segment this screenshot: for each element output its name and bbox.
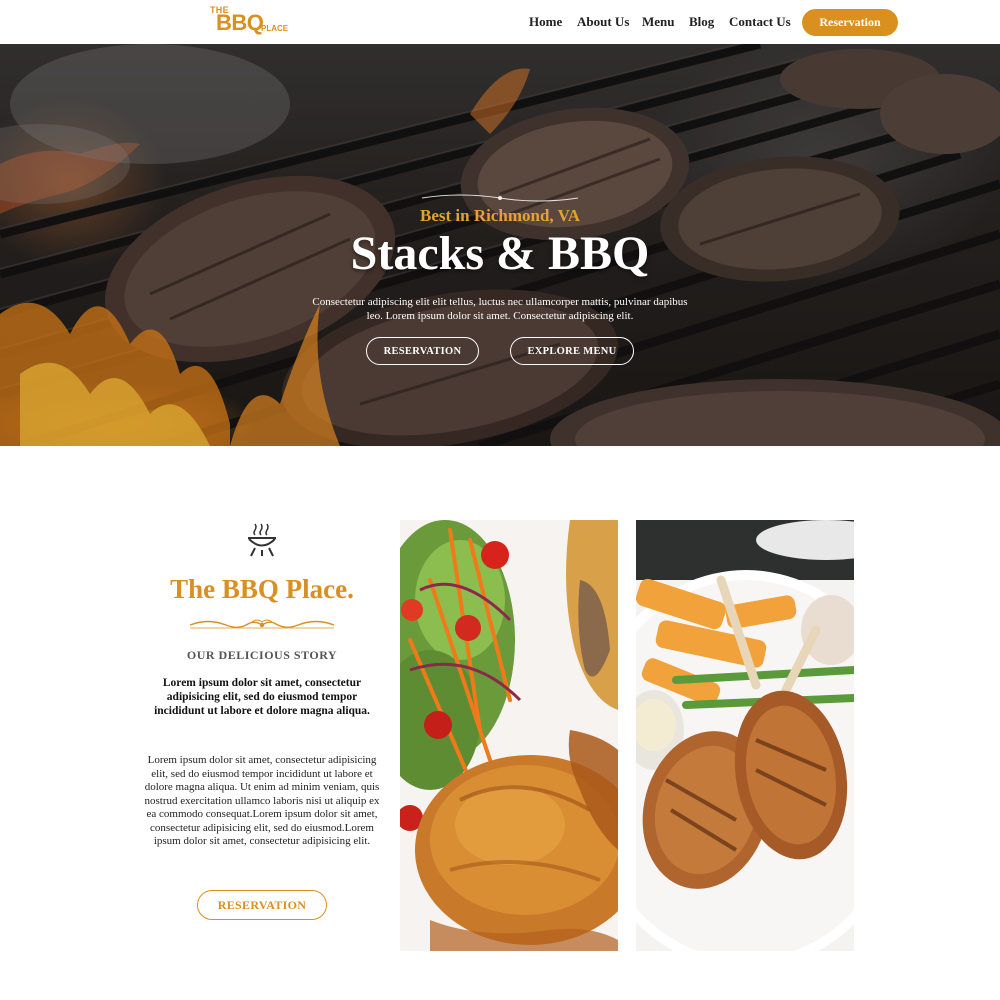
nav-home[interactable]: Home [529,14,562,30]
food-photo-chicken [400,520,618,951]
hero-title: Stacks & BBQ [350,227,650,280]
story-subtitle: OUR DELICIOUS STORY [186,648,338,662]
site-header: THE BBQ PLACE Home About Us Menu Blog Co… [0,0,1000,44]
header-reservation-button[interactable]: Reservation [802,9,898,36]
hero-flourish-divider [421,194,579,202]
hero-reservation-button[interactable]: RESERVATION [366,337,479,365]
hero-explore-menu-button[interactable]: EXPLORE MENU [510,337,634,365]
story-body-text: Lorem ipsum dolor sit amet, consectetur … [144,754,380,847]
site-logo[interactable]: THE BBQ PLACE [210,5,292,37]
nav-about-us[interactable]: About Us [577,14,629,30]
grill-icon [248,523,276,557]
hero-tagline: Best in Richmond, VA [420,206,580,225]
story-lead-text: Lorem ipsum dolor sit amet, consectetur … [154,677,370,717]
logo-place: PLACE [261,24,289,33]
nav-contact-us[interactable]: Contact Us [729,14,791,30]
hero-description: Consectetur adipiscing elit elit tellus,… [312,296,688,322]
nav-menu[interactable]: Menu [642,14,675,30]
food-photo-lamb-chops [636,520,854,951]
nav-blog[interactable]: Blog [689,14,714,30]
story-title: The BBQ Place. [170,574,354,604]
logo-bbq: BBQ [216,10,264,35]
flourish-divider-icon [189,619,335,629]
hero-section: Best in Richmond, VA Stacks & BBQ Consec… [0,44,1000,446]
story-reservation-button[interactable]: RESERVATION [197,890,327,920]
